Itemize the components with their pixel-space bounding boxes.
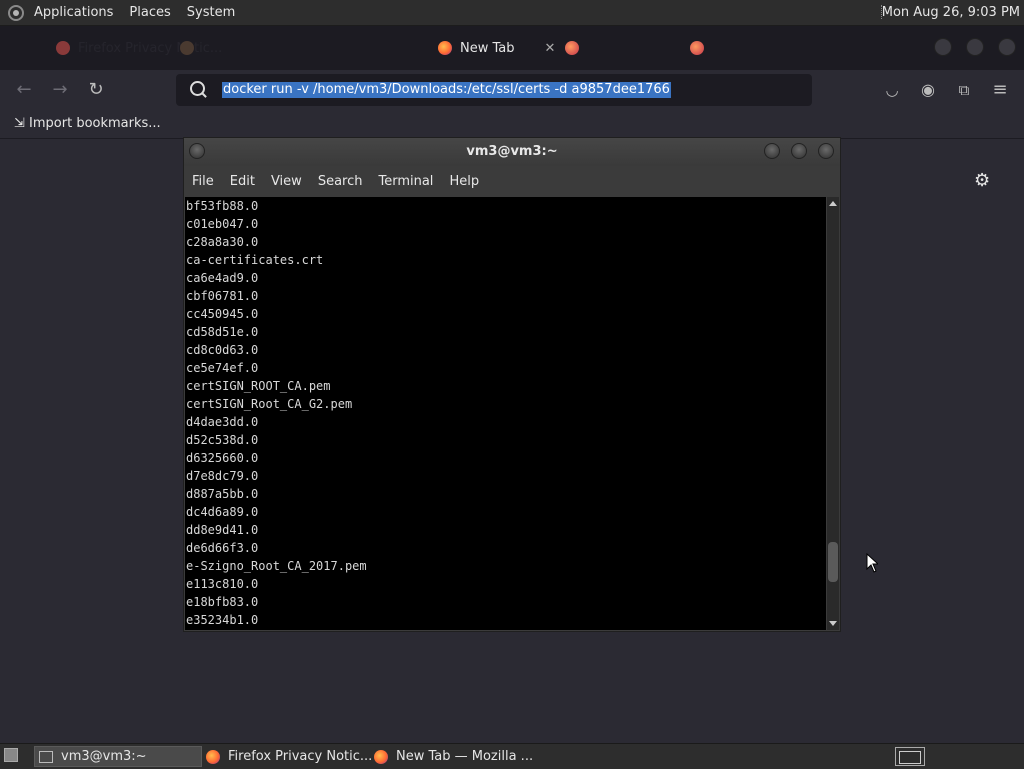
- terminal-line: certSIGN_ROOT_CA.pem: [186, 379, 331, 393]
- terminal-line: ce5e74ef.0: [186, 361, 259, 375]
- menu-edit[interactable]: Edit: [222, 174, 263, 189]
- menu-file[interactable]: File: [184, 174, 222, 189]
- firefox-icon: [438, 41, 452, 55]
- applications-menu[interactable]: Applications: [26, 5, 121, 20]
- firefox-icon: [565, 41, 579, 55]
- terminal-line: d887a5bb.0: [186, 487, 259, 501]
- taskbar-label: New Tab — Mozilla ...: [396, 749, 534, 764]
- import-icon: ⇲: [14, 116, 25, 131]
- terminal-line: d6325660.0: [186, 451, 259, 465]
- favicon-icon: [56, 41, 70, 55]
- taskbar-label: Firefox Privacy Notic...: [228, 749, 373, 764]
- favicon-icon: [180, 41, 194, 55]
- close-icon[interactable]: [818, 143, 834, 159]
- taskbar-item-firefox-privacy[interactable]: Firefox Privacy Notic...: [202, 746, 374, 767]
- nav-bar: ← → ↻ docker run -v /home/vm3/Downloads:…: [0, 70, 1024, 110]
- bottom-taskbar: vm3@vm3:~ Firefox Privacy Notic... New T…: [0, 743, 1024, 769]
- tab-strip: Firefox Privacy Notic... New Tab ✕: [0, 26, 1024, 70]
- tab-new-tab[interactable]: New Tab ✕: [438, 32, 555, 64]
- terminal-line: d52c538d.0: [186, 433, 259, 447]
- mouse-pointer-icon: [866, 553, 878, 573]
- terminal-scrollbar[interactable]: [827, 197, 839, 630]
- scrollbar-thumb[interactable]: [828, 542, 838, 582]
- menu-view[interactable]: View: [263, 174, 310, 189]
- minimize-window-icon[interactable]: [934, 38, 952, 56]
- back-arrow-icon[interactable]: ←: [12, 78, 36, 102]
- terminal-title: vm3@vm3:~: [466, 144, 558, 159]
- url-bar[interactable]: docker run -v /home/vm3/Downloads:/etc/s…: [176, 74, 812, 106]
- taskbar-label: vm3@vm3:~: [61, 749, 147, 764]
- taskbar-item-new-tab[interactable]: New Tab — Mozilla ...: [370, 746, 542, 767]
- places-menu[interactable]: Places: [121, 5, 178, 20]
- terminal-line: certSIGN_Root_CA_G2.pem: [186, 397, 353, 411]
- menu-search[interactable]: Search: [310, 174, 371, 189]
- close-window-icon[interactable]: [998, 38, 1016, 56]
- terminal-menubar: File Edit View Search Terminal Help: [184, 166, 840, 196]
- terminal-line: c28a8a30.0: [186, 235, 259, 249]
- terminal-line: cc450945.0: [186, 307, 259, 321]
- system-menu[interactable]: System: [179, 5, 243, 20]
- reload-icon[interactable]: ↻: [84, 78, 108, 102]
- workspace-switcher[interactable]: [895, 747, 925, 766]
- terminal-window: vm3@vm3:~ File Edit View Search Terminal…: [183, 137, 841, 632]
- terminal-line: c01eb047.0: [186, 217, 259, 231]
- window-menu-icon[interactable]: [189, 143, 205, 159]
- scroll-up-arrow-icon[interactable]: [829, 201, 837, 206]
- menu-help[interactable]: Help: [441, 174, 487, 189]
- url-text[interactable]: docker run -v /home/vm3/Downloads:/etc/s…: [222, 82, 671, 98]
- search-icon: [190, 81, 205, 96]
- terminal-line: cd58d51e.0: [186, 325, 259, 339]
- tab-2[interactable]: [180, 32, 202, 64]
- close-tab-icon[interactable]: ✕: [545, 41, 556, 56]
- terminal-line: dd8e9d41.0: [186, 523, 259, 537]
- terminal-line: e18bfb83.0: [186, 595, 259, 609]
- terminal-line: ca6e4ad9.0: [186, 271, 259, 285]
- gear-icon[interactable]: ⚙: [974, 172, 992, 190]
- terminal-output[interactable]: bf53fb88.0 c01eb047.0 c28a8a30.0 ca-certifi…: [185, 197, 826, 630]
- scroll-down-arrow-icon[interactable]: [829, 621, 837, 626]
- menu-icon[interactable]: ≡: [988, 78, 1012, 102]
- minimize-icon[interactable]: [764, 143, 780, 159]
- terminal-titlebar[interactable]: vm3@vm3:~: [184, 138, 840, 166]
- terminal-line: e-Szigno_Root_CA_2017.pem: [186, 559, 367, 573]
- terminal-line: e113c810.0: [186, 577, 259, 591]
- top-panel: Applications Places System Mon Aug 26, 9…: [0, 0, 1024, 26]
- clock[interactable]: Mon Aug 26, 9:03 PM: [882, 0, 1020, 25]
- account-icon[interactable]: ◉: [916, 78, 940, 102]
- taskbar-item-terminal[interactable]: vm3@vm3:~: [34, 746, 202, 767]
- forward-arrow-icon[interactable]: →: [48, 78, 72, 102]
- bookmarks-bar: ⇲ Import bookmarks...: [0, 110, 1024, 139]
- menu-terminal[interactable]: Terminal: [370, 174, 441, 189]
- terminal-line: e35234b1.0: [186, 613, 259, 627]
- pocket-icon[interactable]: ◡: [880, 78, 904, 102]
- firefox-icon: [206, 749, 220, 764]
- terminal-line: d4dae3dd.0: [186, 415, 259, 429]
- show-desktop-icon[interactable]: [4, 748, 18, 762]
- terminal-line: de6d66f3.0: [186, 541, 259, 555]
- maximize-icon[interactable]: [791, 143, 807, 159]
- terminal-line: d7e8dc79.0: [186, 469, 259, 483]
- maximize-window-icon[interactable]: [966, 38, 984, 56]
- terminal-line: ca-certificates.crt: [186, 253, 324, 267]
- firefox-icon: [374, 749, 388, 764]
- tab-label: New Tab: [460, 40, 515, 56]
- terminal-line: cd8c0d63.0: [186, 343, 259, 357]
- terminal-line: cbf06781.0: [186, 289, 259, 303]
- extensions-icon[interactable]: ⧉: [952, 78, 976, 102]
- terminal-icon: [39, 750, 53, 763]
- import-bookmarks-button[interactable]: ⇲ Import bookmarks...: [14, 116, 161, 131]
- firefox-icon: [690, 41, 704, 55]
- terminal-line: dc4d6a89.0: [186, 505, 259, 519]
- terminal-line: bf53fb88.0: [186, 199, 259, 213]
- tab-5[interactable]: [565, 32, 587, 64]
- distro-logo-icon[interactable]: [8, 4, 24, 21]
- tab-6[interactable]: [690, 32, 712, 64]
